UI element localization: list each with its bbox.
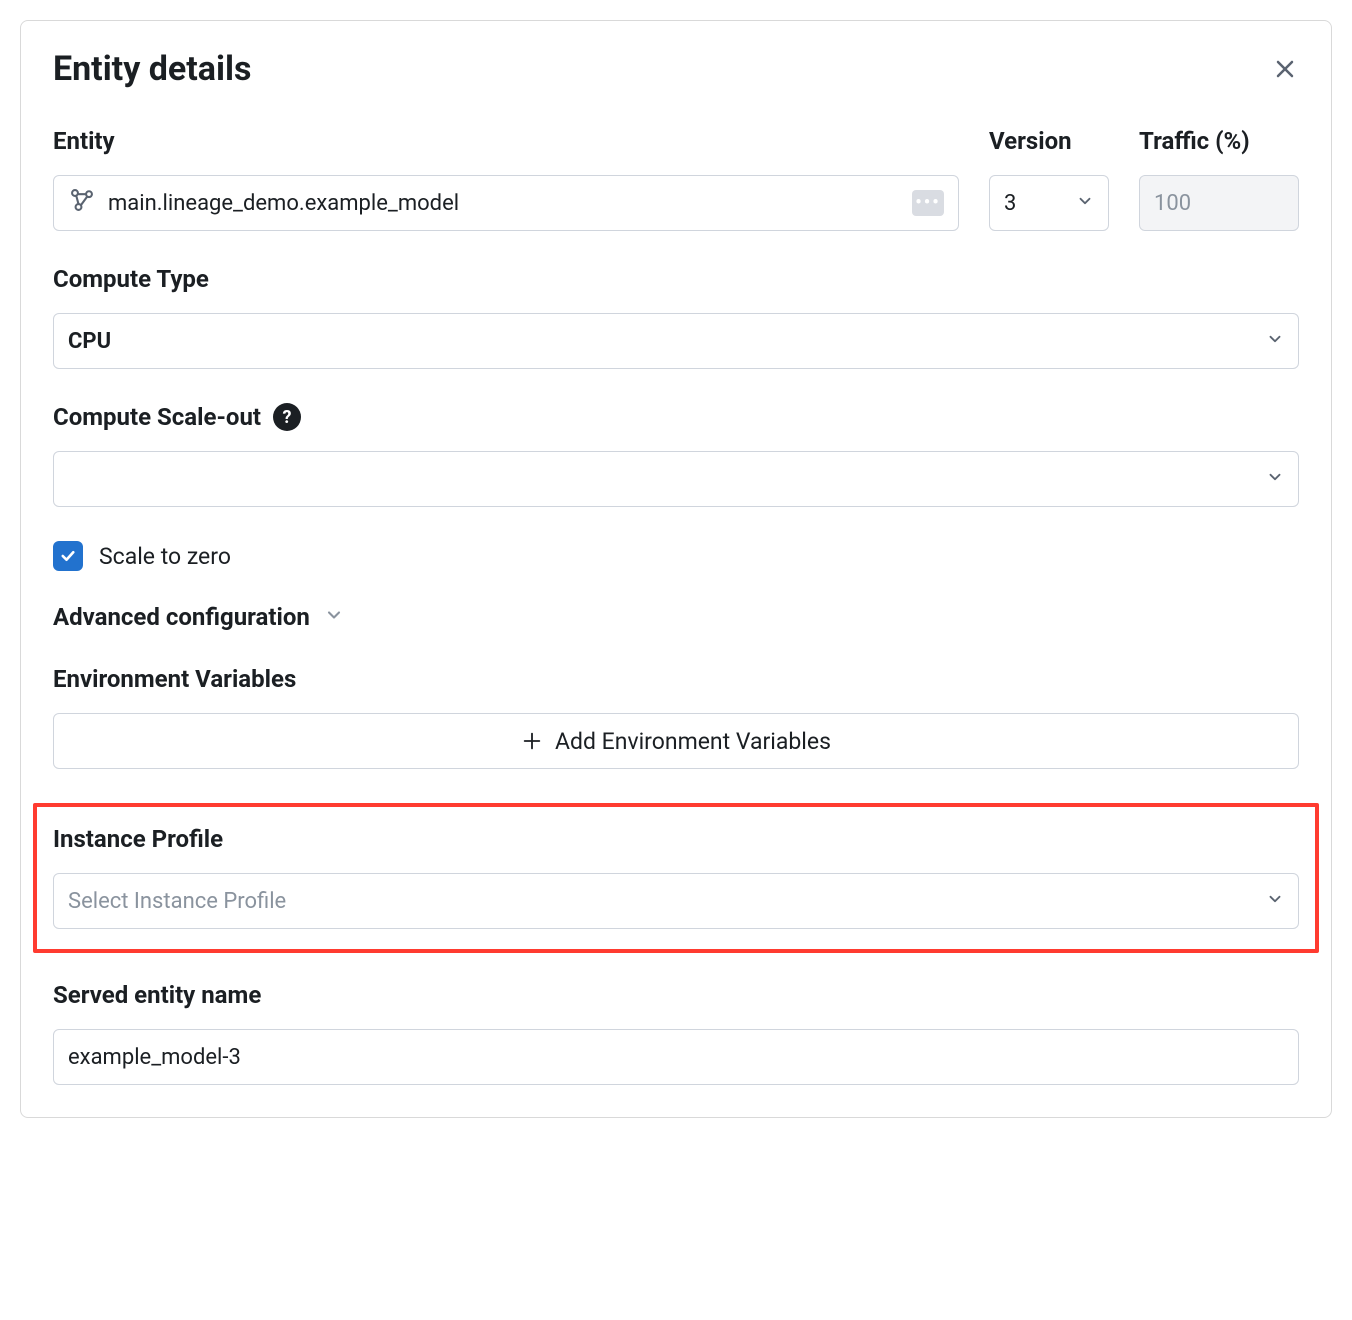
- served-entity-name-section: Served entity name example_model-3: [53, 981, 1299, 1085]
- chevron-down-icon: [1266, 889, 1284, 914]
- instance-profile-highlight: Instance Profile Select Instance Profile: [33, 803, 1319, 953]
- compute-type-select[interactable]: CPU: [53, 313, 1299, 369]
- entity-value: main.lineage_demo.example_model: [108, 191, 900, 216]
- scale-to-zero-checkbox[interactable]: [53, 541, 83, 571]
- scale-to-zero-row: Scale to zero: [53, 541, 1299, 571]
- instance-profile-section: Instance Profile Select Instance Profile: [53, 825, 1299, 929]
- chevron-down-icon: [1266, 467, 1284, 492]
- compute-type-label: Compute Type: [53, 265, 1299, 293]
- env-vars-label: Environment Variables: [53, 665, 1299, 693]
- panel-title: Entity details: [53, 49, 251, 89]
- scale-to-zero-label: Scale to zero: [99, 543, 231, 570]
- add-env-var-button[interactable]: Add Environment Variables: [53, 713, 1299, 769]
- entity-input[interactable]: main.lineage_demo.example_model •••: [53, 175, 959, 231]
- entity-version-traffic-row: Entity main.lineage_demo.example_model •…: [53, 127, 1299, 231]
- compute-type-section: Compute Type CPU: [53, 265, 1299, 369]
- panel-header: Entity details: [53, 49, 1299, 89]
- version-select[interactable]: 3: [989, 175, 1109, 231]
- version-field-group: Version 3: [989, 127, 1109, 231]
- version-value: 3: [1004, 191, 1064, 216]
- compute-scaleout-select[interactable]: [53, 451, 1299, 507]
- close-button[interactable]: [1271, 55, 1299, 83]
- instance-profile-select[interactable]: Select Instance Profile: [53, 873, 1299, 929]
- traffic-field-group: Traffic (%) 100: [1139, 127, 1299, 231]
- served-entity-name-value: example_model-3: [68, 1045, 1284, 1070]
- env-vars-section: Environment Variables Add Environment Va…: [53, 665, 1299, 769]
- advanced-config-label: Advanced configuration: [53, 603, 310, 631]
- ellipsis-icon: •••: [912, 190, 944, 216]
- compute-scaleout-label-row: Compute Scale-out ?: [53, 403, 1299, 431]
- compute-type-value: CPU: [68, 329, 1254, 354]
- help-icon[interactable]: ?: [273, 403, 301, 431]
- traffic-value: 100: [1154, 191, 1284, 216]
- add-env-var-label: Add Environment Variables: [555, 728, 831, 755]
- entity-field-group: Entity main.lineage_demo.example_model •…: [53, 127, 959, 231]
- instance-profile-placeholder: Select Instance Profile: [68, 889, 1254, 914]
- plus-icon: [521, 730, 543, 752]
- compute-scaleout-section: Compute Scale-out ?: [53, 403, 1299, 507]
- graph-icon: [68, 186, 96, 220]
- instance-profile-label: Instance Profile: [53, 825, 1299, 853]
- traffic-input: 100: [1139, 175, 1299, 231]
- chevron-down-icon: [1266, 329, 1284, 354]
- served-entity-name-label: Served entity name: [53, 981, 1299, 1009]
- entity-details-panel: Entity details Entity main.lineage_demo.…: [20, 20, 1332, 1118]
- check-icon: [59, 547, 77, 565]
- chevron-down-icon: [1076, 191, 1094, 216]
- compute-scaleout-label: Compute Scale-out: [53, 403, 261, 431]
- traffic-label: Traffic (%): [1139, 127, 1299, 155]
- advanced-config-toggle[interactable]: Advanced configuration: [53, 603, 1299, 631]
- entity-label: Entity: [53, 127, 959, 155]
- served-entity-name-input[interactable]: example_model-3: [53, 1029, 1299, 1085]
- close-icon: [1273, 57, 1297, 81]
- version-label: Version: [989, 127, 1109, 155]
- chevron-down-icon: [324, 605, 344, 629]
